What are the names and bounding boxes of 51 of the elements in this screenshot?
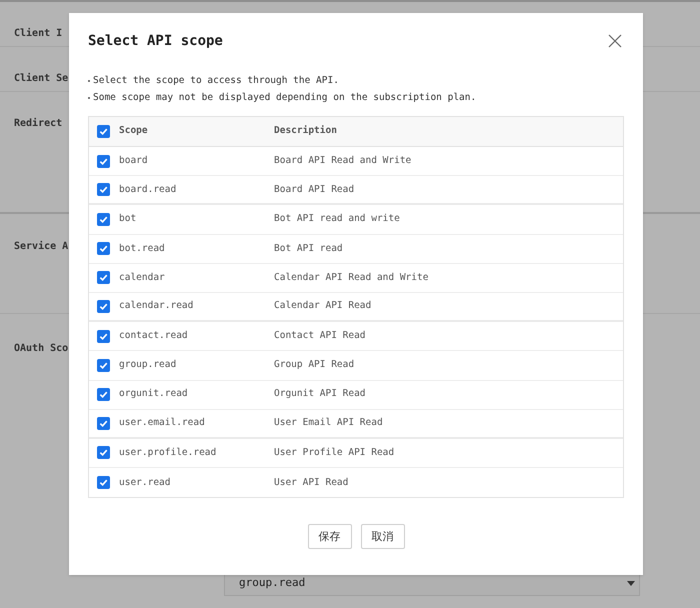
column-header: Scope: [119, 124, 149, 138]
scope-name: orgunit.read: [119, 387, 189, 402]
scope-description: Calendar API Read: [274, 299, 372, 314]
scope-name: calendar: [119, 270, 166, 285]
scope-description: Board API Read and Write: [274, 154, 412, 168]
scope-name: bot.read: [119, 242, 166, 256]
scope-name: board.read: [119, 182, 178, 197]
checkbox[interactable]: [97, 271, 110, 284]
checkbox[interactable]: [97, 358, 110, 372]
scope-description: Calendar API Read and Write: [274, 270, 428, 285]
scope-description: Contact API Read: [274, 329, 366, 344]
checkbox[interactable]: [97, 388, 110, 402]
field-label: Service A: [14, 241, 68, 252]
checkbox[interactable]: [97, 300, 110, 314]
scope-description: Board API Read: [274, 182, 354, 197]
scope-name: bot: [119, 212, 138, 226]
field-label: Redirect: [14, 118, 62, 129]
checkbox[interactable]: [97, 242, 110, 256]
scope-description: Bot API read: [274, 242, 343, 256]
column-header: Description: [274, 124, 337, 138]
scope-description: User API Read: [274, 476, 348, 490]
dialog-title: Select API scope: [88, 32, 223, 50]
checkbox[interactable]: [97, 330, 110, 343]
checkbox[interactable]: [97, 416, 110, 430]
scope-description: Bot API read and write: [274, 212, 400, 226]
field-label: OAuth Sco: [14, 343, 68, 354]
checkbox[interactable]: [97, 212, 110, 226]
checkbox[interactable]: [97, 154, 110, 168]
scope-name: user.read: [119, 476, 172, 490]
scope-description: User Profile API Read: [274, 446, 394, 460]
scope-name: user.profile.read: [119, 446, 218, 460]
scope-name: contact.read: [119, 329, 189, 344]
scope-description: Group API Read: [274, 358, 354, 372]
field-label: Client Se: [14, 73, 68, 84]
scope-name: calendar.read: [119, 299, 194, 314]
save-button[interactable]: 保存: [308, 524, 352, 550]
scope-name: group.read: [119, 358, 178, 372]
field-label: Client I: [14, 28, 62, 39]
dropdown-caret-icon: [627, 581, 635, 586]
scope-description: User Email API Read: [274, 416, 383, 430]
checkbox[interactable]: [97, 476, 110, 490]
scope-name: user.email.read: [119, 416, 206, 430]
close-button[interactable]: [608, 33, 624, 49]
cancel-button[interactable]: 取消: [360, 524, 404, 550]
scope-description: Orgunit API Read: [274, 387, 366, 402]
note-text: Select the scope to access through the API.: [93, 74, 339, 88]
scope-name: board: [119, 154, 149, 168]
note-text: Some scope may not be displayed depending on the subscription plan.: [93, 91, 476, 105]
checkbox[interactable]: [97, 125, 110, 138]
checkbox[interactable]: [97, 183, 110, 196]
checkbox[interactable]: [97, 446, 110, 460]
